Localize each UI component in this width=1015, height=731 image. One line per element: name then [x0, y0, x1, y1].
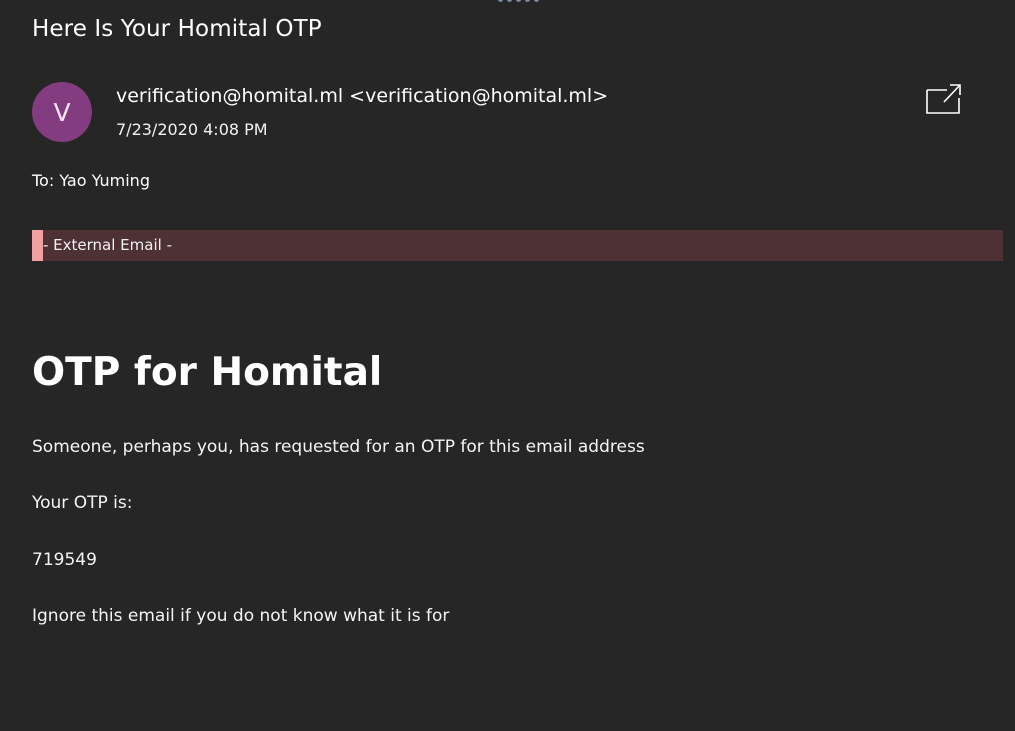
external-email-banner: - External Email - [32, 230, 1003, 261]
body-paragraph-ignore: Ignore this email if you do not know wha… [32, 606, 450, 626]
loading-dot [516, 0, 521, 2]
body-paragraph-otp-label: Your OTP is: [32, 493, 133, 513]
sender-address[interactable]: verification@homital.ml <verification@ho… [116, 85, 608, 107]
loading-dot [534, 0, 539, 2]
body-paragraph-request: Someone, perhaps you, has requested for … [32, 437, 645, 457]
email-date: 7/23/2020 4:08 PM [116, 120, 268, 139]
external-email-label: - External Email - [43, 236, 172, 254]
recipient-line: To: Yao Yuming [32, 171, 150, 190]
loading-dot [525, 0, 530, 2]
sender-avatar[interactable]: V [32, 82, 92, 142]
loading-indicator [498, 0, 539, 2]
external-banner-accent [32, 230, 43, 261]
body-heading: OTP for Homital [32, 350, 383, 395]
otp-code: 719549 [32, 550, 97, 570]
avatar-initial: V [53, 97, 71, 127]
loading-dot [507, 0, 512, 2]
email-reading-pane: Here Is Your Homital OTP V verification@… [0, 0, 1015, 731]
loading-dot [498, 0, 503, 2]
open-in-new-window-button[interactable] [925, 82, 963, 116]
open-in-new-window-icon [926, 84, 961, 114]
email-subject: Here Is Your Homital OTP [32, 16, 322, 42]
